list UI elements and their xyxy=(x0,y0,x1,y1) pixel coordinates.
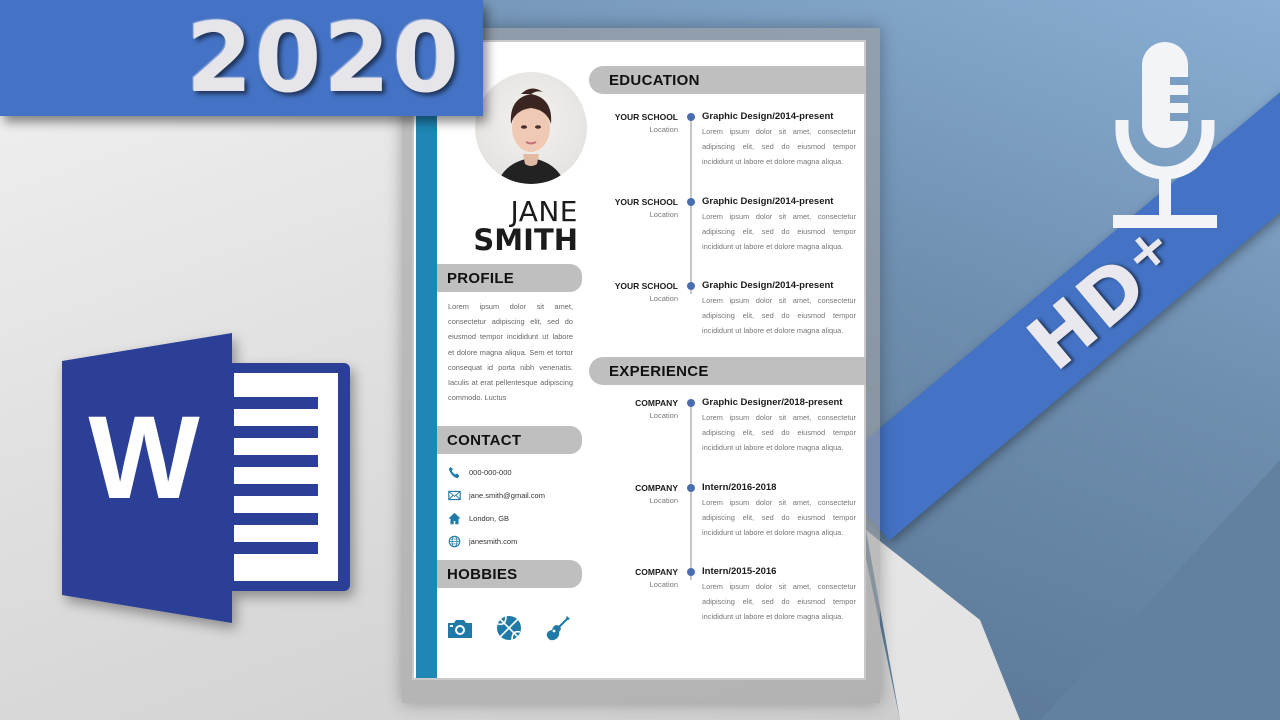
contact-heading: CONTACT xyxy=(437,426,582,454)
portrait-image xyxy=(497,88,565,184)
address-value: London, GB xyxy=(469,514,510,523)
entry-description-main: Lorem ipsum dolor sit amet, consectetur … xyxy=(702,127,856,151)
entry-description-main: Lorem ipsum dolor sit amet, consectetur … xyxy=(702,212,856,236)
timeline-dot xyxy=(687,568,695,576)
svg-text:W: W xyxy=(88,392,200,524)
entry-org: YOUR SCHOOL xyxy=(614,112,678,122)
experience-timeline-line xyxy=(690,405,692,580)
entry-location: Location xyxy=(649,496,678,505)
timeline-dot xyxy=(687,198,695,206)
entry-description-main: Lorem ipsum dolor sit amet, consectetur … xyxy=(702,498,856,522)
profile-photo xyxy=(475,72,587,184)
phone-icon xyxy=(448,466,460,479)
microsoft-word-logo-icon: W xyxy=(62,333,350,623)
resume-page: JANE SMITH PROFILE Lorem ipsum dolor sit… xyxy=(412,40,866,680)
entry-title: Graphic Design/2014-present xyxy=(702,280,834,291)
education-heading: EDUCATION xyxy=(589,66,866,94)
microphone-icon xyxy=(1113,42,1217,228)
entry-description-last: incididunt ut labore et dolore magna ali… xyxy=(702,612,844,621)
entry-org: YOUR SCHOOL xyxy=(614,197,678,207)
basketball-icon xyxy=(497,615,521,641)
entry-org: COMPANY xyxy=(635,398,678,408)
experience-heading: EXPERIENCE xyxy=(589,357,866,385)
entry-location: Location xyxy=(649,294,678,303)
entry-title: Intern/2016-2018 xyxy=(702,482,777,493)
entry-location: Location xyxy=(649,411,678,420)
last-name: SMITH xyxy=(473,223,578,257)
year-banner: 2020 xyxy=(0,0,483,116)
entry-description: Lorem ipsum dolor sit amet, consectetur … xyxy=(702,579,856,624)
phone-value: 000-000-000 xyxy=(469,468,512,477)
entry-location: Location xyxy=(649,580,678,589)
hobbies-heading: HOBBIES xyxy=(437,560,582,588)
entry-description: Lorem ipsum dolor sit amet, consectetur … xyxy=(702,124,856,169)
contact-address: London, GB xyxy=(448,512,509,525)
year-label: 2020 xyxy=(185,2,461,114)
entry-title: Intern/2015-2016 xyxy=(702,566,777,577)
contact-phone: 000-000-000 xyxy=(448,466,512,479)
guitar-icon xyxy=(546,616,570,641)
entry-description-main: Lorem ipsum dolor sit amet, consectetur … xyxy=(702,582,856,606)
entry-description-main: Lorem ipsum dolor sit amet, consectetur … xyxy=(702,413,856,437)
entry-description-last: incididunt ut labore et dolore magna ali… xyxy=(702,528,844,537)
entry-description-last: incididunt ut labore et dolore magna ali… xyxy=(702,157,844,166)
timeline-dot xyxy=(687,282,695,290)
profile-heading: PROFILE xyxy=(437,264,582,292)
entry-description: Lorem ipsum dolor sit amet, consectetur … xyxy=(702,495,856,540)
home-icon xyxy=(448,512,461,525)
globe-icon xyxy=(448,535,461,548)
entry-org: COMPANY xyxy=(635,567,678,577)
email-value: jane.smith@gmail.com xyxy=(469,491,545,500)
timeline-dot xyxy=(687,113,695,121)
entry-description-last: incididunt ut labore et dolore magna ali… xyxy=(702,443,844,452)
entry-title: Graphic Designer/2018-present xyxy=(702,397,843,408)
entry-description-last: incididunt ut labore et dolore magna ali… xyxy=(702,242,844,251)
entry-org: COMPANY xyxy=(635,483,678,493)
envelope-icon xyxy=(448,490,461,501)
entry-location: Location xyxy=(649,210,678,219)
entry-description: Lorem ipsum dolor sit amet, consectetur … xyxy=(702,410,856,455)
entry-description-last: incididunt ut labore et dolore magna ali… xyxy=(702,326,844,335)
entry-description: Lorem ipsum dolor sit amet, consectetur … xyxy=(702,293,856,338)
entry-description-main: Lorem ipsum dolor sit amet, consectetur … xyxy=(702,296,856,320)
contact-email: jane.smith@gmail.com xyxy=(448,489,545,502)
first-name: JANE xyxy=(510,195,578,228)
entry-org: YOUR SCHOOL xyxy=(614,281,678,291)
contact-website: janesmith.com xyxy=(448,535,517,548)
website-value: janesmith.com xyxy=(469,537,518,546)
timeline-dot xyxy=(687,399,695,407)
entry-title: Graphic Design/2014-present xyxy=(702,111,834,122)
profile-text: Lorem ipsum dolor sit amet, consectetur … xyxy=(448,302,573,403)
entry-location: Location xyxy=(649,125,678,134)
timeline-dot xyxy=(687,484,695,492)
entry-title: Graphic Design/2014-present xyxy=(702,196,834,207)
camera-icon xyxy=(448,620,472,638)
entry-description: Lorem ipsum dolor sit amet, consectetur … xyxy=(702,209,856,254)
education-timeline-line xyxy=(690,119,692,294)
resume-accent-bar xyxy=(416,42,437,678)
